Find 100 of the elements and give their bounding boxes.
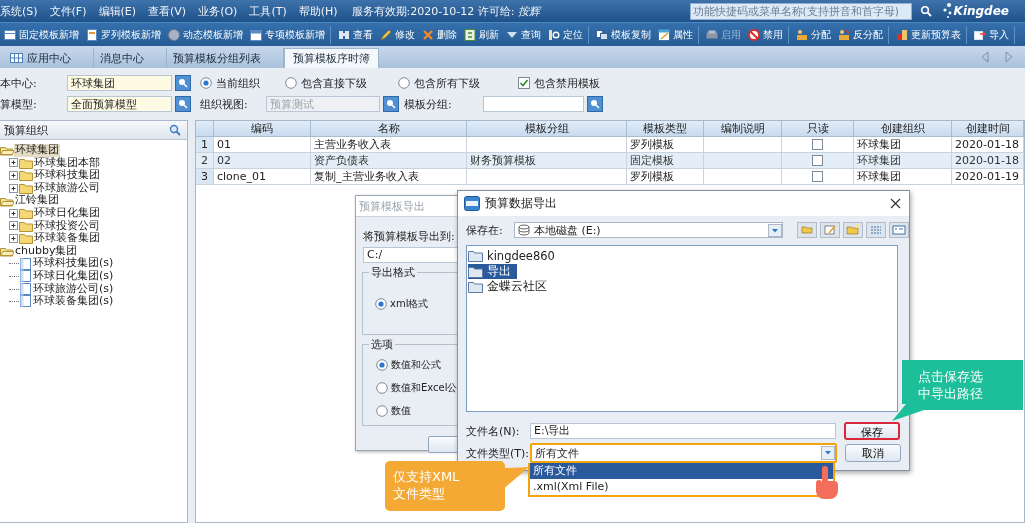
cost-center-field[interactable]: 环球集团 <box>67 75 172 91</box>
document-icon <box>85 27 99 42</box>
table-cell: 固定模板 <box>627 153 704 169</box>
toolbar-button[interactable]: 分配 <box>792 25 834 44</box>
toolbar-button[interactable]: 动态模板新增 <box>164 25 246 44</box>
document-pencil-icon <box>820 222 840 238</box>
tree-item[interactable]: 环球投资公司 <box>33 219 101 233</box>
lookup-button[interactable] <box>175 75 191 91</box>
tree-item[interactable]: 环球旅游公司(s) <box>32 282 115 296</box>
menu-item[interactable]: 工具(T) <box>249 3 293 19</box>
radio-button[interactable] <box>376 359 388 371</box>
checkbox[interactable] <box>812 139 823 150</box>
tab[interactable]: 应用中心 <box>4 48 94 68</box>
dialog-title: 预算模板导出 <box>359 198 425 214</box>
tree-item[interactable]: 环球集团 <box>14 144 60 157</box>
tree-item[interactable]: 环球旅游公司 <box>33 181 101 195</box>
radio-button[interactable] <box>375 298 387 310</box>
column-header[interactable]: 编制说明 <box>704 121 782 137</box>
toolbar-button[interactable]: 删除 <box>418 25 460 44</box>
radio-label: 当前组织 <box>216 75 260 91</box>
checkbox[interactable] <box>812 171 823 182</box>
column-header[interactable]: 编码 <box>214 121 311 137</box>
budget-model-field[interactable]: 全面预算模型 <box>67 96 172 112</box>
tab[interactable]: 消息中心 <box>94 48 167 68</box>
tab[interactable]: 预算模板序时簿 <box>284 48 379 68</box>
tree-item[interactable]: 环球集团本部 <box>33 156 101 170</box>
field-label: 文件类型(T): <box>466 445 530 461</box>
file-type-dropdown[interactable]: 所有文件 <box>532 445 835 461</box>
expand-toggle[interactable] <box>9 183 19 193</box>
radio-button[interactable] <box>200 77 212 89</box>
column-header[interactable]: 创建组织 <box>854 121 952 137</box>
table-cell: 资产负债表 <box>311 153 467 169</box>
toolbar-button[interactable]: 模板复制 <box>592 25 654 44</box>
checkbox[interactable] <box>518 77 530 89</box>
close-icon[interactable] <box>890 198 901 209</box>
tree-item[interactable]: 环球装备集团 <box>33 232 101 245</box>
toolbar-button[interactable]: 专项模板新增 <box>246 25 328 44</box>
tree-item[interactable]: 环球日化集团(s) <box>32 269 115 283</box>
file-name-field[interactable]: E:\导出 <box>530 423 836 439</box>
pencil-icon <box>379 27 393 42</box>
tree-item[interactable]: chubby集团 <box>14 244 79 258</box>
radio-button[interactable] <box>376 405 388 417</box>
file-item[interactable]: 金蝶云社区 <box>468 279 553 295</box>
file-item[interactable]: 导出 <box>468 263 517 279</box>
radio-button[interactable] <box>398 77 410 89</box>
toolbar-button[interactable]: 固定模板新增 <box>0 25 82 44</box>
expand-toggle[interactable] <box>9 208 19 218</box>
column-header[interactable]: 只读 <box>782 121 854 137</box>
search-icon[interactable] <box>169 124 182 136</box>
menu-item[interactable]: 帮助(H) <box>298 3 344 19</box>
location-dropdown[interactable]: 本地磁盘 (E:) <box>513 222 783 238</box>
menu-item[interactable]: 业务(O) <box>198 3 244 19</box>
folder-icon <box>468 264 484 278</box>
column-header[interactable]: 模板类型 <box>627 121 704 137</box>
tree-item[interactable]: 环球装备集团(s) <box>32 295 115 308</box>
menu-item[interactable]: 查看(V) <box>148 3 193 19</box>
table-row[interactable]: 2 02 资产负债表 财务预算模板 固定模板 环球集团 2020-01-18 <box>196 153 1024 169</box>
expand-toggle[interactable] <box>9 221 19 231</box>
menu-item[interactable]: 文件(F) <box>49 3 93 19</box>
column-header[interactable]: 创建时间 <box>952 121 1024 137</box>
toolbar-button[interactable]: 罗列模板新增 <box>82 25 164 44</box>
toolbar-button[interactable]: 查询 <box>502 25 544 44</box>
checkbox[interactable] <box>812 155 823 166</box>
toolbar-button[interactable]: 查看 <box>334 25 376 44</box>
menu-item[interactable]: 系统(S) <box>0 3 44 19</box>
folder-icon <box>19 182 33 195</box>
column-header[interactable]: 名称 <box>311 121 467 137</box>
cancel-button[interactable]: 取消 <box>845 444 901 462</box>
tree-item[interactable]: 江铃集团 <box>14 194 60 207</box>
radio-button[interactable] <box>285 77 297 89</box>
toolbar-button[interactable]: 禁用 <box>744 25 786 44</box>
save-button[interactable]: 保存 <box>844 422 900 440</box>
lookup-button[interactable] <box>383 96 399 112</box>
row-number: 1 <box>196 137 214 153</box>
tree-item[interactable]: 环球日化集团 <box>33 206 101 220</box>
expand-toggle[interactable] <box>9 158 19 168</box>
dropdown-option[interactable]: 所有文件 <box>530 463 833 479</box>
tree-item[interactable]: 环球科技集团(s) <box>32 257 115 270</box>
toolbar-button[interactable]: 属性 <box>654 25 696 44</box>
search-field[interactable]: 功能快捷码或菜单名称(支持拼音和首字母) <box>689 2 912 20</box>
menu-item[interactable]: 编辑(E) <box>98 3 143 19</box>
toolbar-button[interactable]: 刷新 <box>460 25 502 44</box>
table-row[interactable]: 3 clone_01 复制_主营业务收入表 罗列模板 环球集团 2020-01-19 <box>196 169 1024 185</box>
toolbar-button[interactable]: 导入 <box>970 25 1012 44</box>
toolbar-button[interactable]: 修改 <box>376 25 418 44</box>
toolbar-button[interactable]: 更新预算表 <box>892 25 964 44</box>
lookup-button[interactable] <box>175 96 191 112</box>
expand-toggle[interactable] <box>9 233 19 243</box>
lookup-button[interactable] <box>587 96 603 112</box>
toolbar-button[interactable]: 定位 <box>544 25 586 44</box>
column-header[interactable]: 模板分组 <box>467 121 627 137</box>
cross-icon <box>421 27 435 42</box>
toolbar-button[interactable]: 反分配 <box>834 25 886 44</box>
group-title: 选项 <box>369 337 395 352</box>
radio-button[interactable] <box>376 382 388 394</box>
list-view-icon <box>866 222 886 238</box>
tree-item[interactable]: 环球科技集团 <box>33 169 101 182</box>
expand-toggle[interactable] <box>9 171 19 180</box>
template-group-field[interactable] <box>483 96 584 112</box>
search-icon[interactable] <box>919 5 932 17</box>
